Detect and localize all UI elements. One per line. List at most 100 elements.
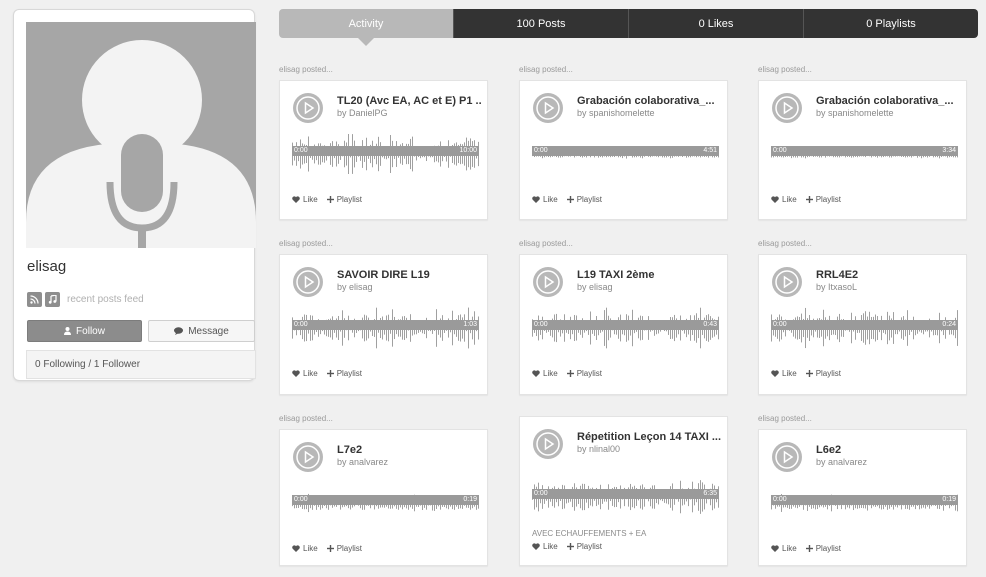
time-end: 0:19 bbox=[942, 496, 956, 503]
waveform-graphic bbox=[292, 134, 479, 174]
post-author[interactable]: by spanishomelette bbox=[577, 108, 655, 118]
waveform-graphic bbox=[532, 307, 719, 349]
add-to-playlist-button[interactable]: Playlist bbox=[805, 544, 842, 553]
waveform[interactable]: 0:00 0:19 bbox=[771, 481, 958, 525]
waveform[interactable]: 0:00 0:19 bbox=[292, 481, 479, 525]
like-label: Like bbox=[303, 369, 318, 378]
post-title[interactable]: Grabación colaborativa_... bbox=[577, 95, 722, 107]
post-author[interactable]: by DanielPG bbox=[337, 108, 388, 118]
like-button[interactable]: Like bbox=[292, 369, 318, 378]
like-button[interactable]: Like bbox=[532, 369, 558, 378]
like-button[interactable]: Like bbox=[771, 369, 797, 378]
post-author[interactable]: by analvarez bbox=[337, 457, 388, 467]
post-actions: Like Playlist bbox=[532, 369, 602, 378]
playlist-label: Playlist bbox=[336, 369, 363, 378]
post-title[interactable]: SAVOIR DIRE L19 bbox=[337, 269, 482, 281]
time-end: 0:43 bbox=[703, 321, 717, 328]
plus-icon bbox=[805, 370, 813, 377]
posted-label: elisag posted... bbox=[279, 239, 333, 248]
post-author[interactable]: by elisag bbox=[337, 282, 373, 292]
post-author[interactable]: by analvarez bbox=[816, 457, 867, 467]
waveform-graphic bbox=[292, 307, 479, 349]
add-to-playlist-button[interactable]: Playlist bbox=[566, 542, 602, 551]
post-author[interactable]: by ItxasoL bbox=[816, 282, 857, 292]
post-title[interactable]: TL20 (Avc EA, AC et E) P1 ... bbox=[337, 95, 482, 107]
music-icon[interactable] bbox=[45, 291, 60, 307]
play-button[interactable] bbox=[293, 442, 323, 472]
like-button[interactable]: Like bbox=[532, 542, 558, 551]
play-button[interactable] bbox=[533, 267, 563, 297]
time-end: 0:19 bbox=[463, 496, 477, 503]
tab-playlists[interactable]: 0 Playlists bbox=[804, 9, 978, 38]
plus-icon bbox=[805, 545, 813, 552]
time-start: 0:00 bbox=[534, 147, 548, 154]
add-to-playlist-button[interactable]: Playlist bbox=[326, 369, 363, 378]
heart-icon bbox=[292, 370, 300, 377]
rss-icon[interactable] bbox=[27, 291, 42, 307]
post-title[interactable]: L19 TAXI 2ème bbox=[577, 269, 722, 281]
add-to-playlist-button[interactable]: Playlist bbox=[566, 369, 602, 378]
tab-posts[interactable]: 100 Posts bbox=[454, 9, 629, 38]
time-start: 0:00 bbox=[294, 147, 308, 154]
like-button[interactable]: Like bbox=[292, 195, 318, 204]
recent-posts-feed-link[interactable]: recent posts feed bbox=[67, 294, 144, 305]
time-end: 0:24 bbox=[942, 321, 956, 328]
post-actions: Like Playlist bbox=[292, 195, 362, 204]
like-button[interactable]: Like bbox=[292, 544, 318, 553]
waveform-graphic bbox=[292, 493, 479, 513]
play-button[interactable] bbox=[293, 267, 323, 297]
like-button[interactable]: Like bbox=[532, 195, 558, 204]
post-actions: Like Playlist bbox=[771, 195, 841, 204]
tab-activity[interactable]: Activity bbox=[279, 9, 454, 46]
waveform[interactable]: 0:00 3:34 bbox=[771, 132, 958, 176]
time-start: 0:00 bbox=[534, 490, 548, 497]
time-end: 3:34 bbox=[942, 147, 956, 154]
message-button[interactable]: Message bbox=[148, 320, 255, 342]
like-button[interactable]: Like bbox=[771, 544, 797, 553]
play-icon bbox=[775, 270, 799, 294]
playlist-label: Playlist bbox=[336, 544, 363, 553]
post-author[interactable]: by elisag bbox=[577, 282, 613, 292]
add-to-playlist-button[interactable]: Playlist bbox=[805, 369, 841, 378]
play-button[interactable] bbox=[772, 267, 802, 297]
plus-icon bbox=[326, 196, 334, 203]
add-to-playlist-button[interactable]: Playlist bbox=[566, 195, 603, 204]
post-author[interactable]: by spanishomelette bbox=[816, 108, 894, 118]
posted-label: elisag posted... bbox=[519, 239, 573, 248]
playlist-label: Playlist bbox=[576, 195, 603, 204]
follow-label: Follow bbox=[76, 325, 105, 337]
add-to-playlist-button[interactable]: Playlist bbox=[326, 195, 362, 204]
post-author[interactable]: by nlinal00 bbox=[577, 444, 620, 454]
like-button[interactable]: Like bbox=[771, 195, 797, 204]
time-start: 0:00 bbox=[294, 496, 308, 503]
add-to-playlist-button[interactable]: Playlist bbox=[326, 544, 363, 553]
waveform[interactable]: 0:00 4:51 bbox=[532, 132, 719, 176]
play-button[interactable] bbox=[533, 429, 563, 459]
playlist-label: Playlist bbox=[815, 544, 842, 553]
post-title[interactable]: RRL4E2 bbox=[816, 269, 961, 281]
microphone-avatar-icon bbox=[26, 22, 256, 248]
post-card: Répetition Leçon 14 TAXI ... by nlinal00… bbox=[519, 416, 728, 566]
post-title[interactable]: L6e2 bbox=[816, 444, 961, 456]
post-title[interactable]: L7e2 bbox=[337, 444, 482, 456]
waveform[interactable]: 0:00 1:03 bbox=[292, 306, 479, 350]
playlist-label: Playlist bbox=[815, 195, 842, 204]
follow-button[interactable]: Follow bbox=[27, 320, 142, 342]
post-title[interactable]: Grabación colaborativa_... bbox=[816, 95, 961, 107]
add-to-playlist-button[interactable]: Playlist bbox=[805, 195, 842, 204]
tab-label: 0 Playlists bbox=[866, 17, 916, 30]
posted-label: elisag posted... bbox=[758, 414, 812, 423]
post-actions: Like Playlist bbox=[532, 542, 602, 551]
play-button[interactable] bbox=[772, 93, 802, 123]
tab-likes[interactable]: 0 Likes bbox=[629, 9, 804, 38]
play-button[interactable] bbox=[533, 93, 563, 123]
waveform[interactable]: 0:00 0:24 bbox=[771, 306, 958, 350]
play-button[interactable] bbox=[293, 93, 323, 123]
follow-stats[interactable]: 0 Following / 1 Follower bbox=[26, 350, 256, 379]
waveform[interactable]: 0:00 0:43 bbox=[532, 306, 719, 350]
post-title[interactable]: Répetition Leçon 14 TAXI ... bbox=[577, 431, 722, 443]
posted-label: elisag posted... bbox=[519, 65, 573, 74]
play-button[interactable] bbox=[772, 442, 802, 472]
waveform[interactable]: 0:00 10:00 bbox=[292, 132, 479, 176]
waveform[interactable]: 0:00 6:35 bbox=[532, 475, 719, 519]
